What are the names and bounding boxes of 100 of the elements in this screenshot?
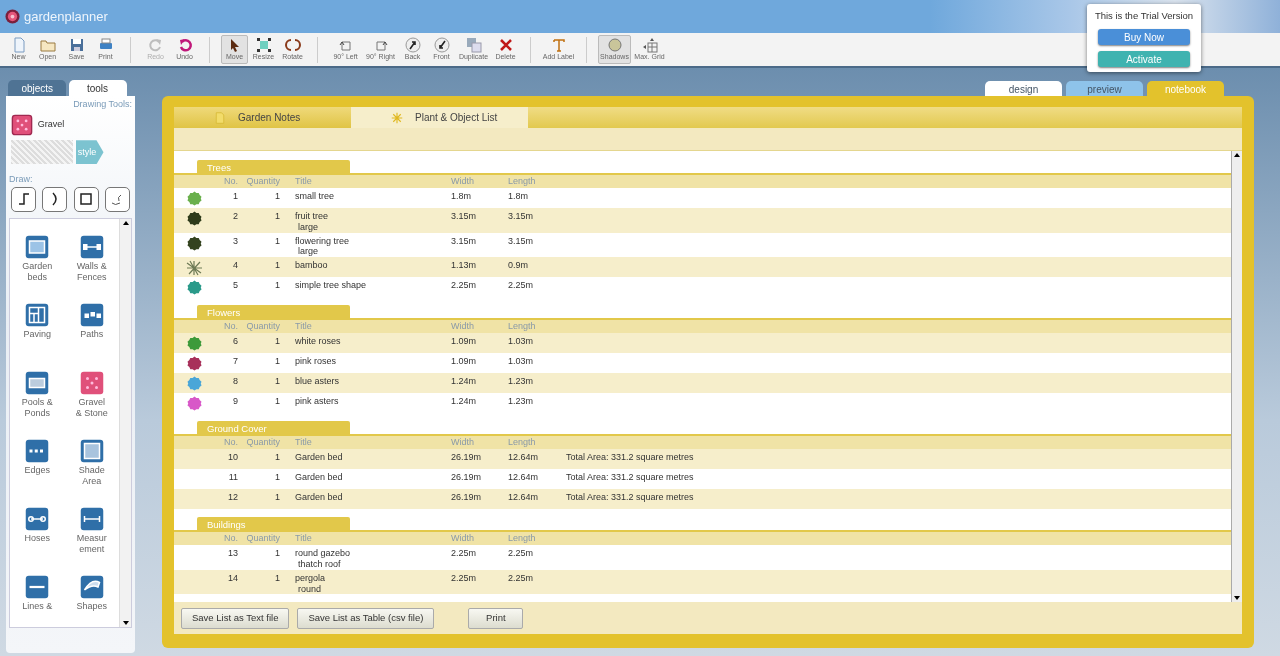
column-header: Title [295,176,312,186]
column-header: Quantity [246,176,280,186]
table-cell-text: bamboo [295,260,329,271]
table-cell-text: large [297,246,319,258]
column-header: Width [451,176,474,186]
scroll-down-icon[interactable] [121,618,130,627]
table-cell-text: 1.24m [451,376,477,389]
table-cell-text: 1.03m [508,336,534,349]
table-cell-text: 1 [274,452,280,465]
shadow-circle-icon [606,37,623,54]
section-title: Flowers [197,305,350,319]
notebook-page-tab[interactable]: Plant & Object List [351,107,528,128]
object-category-button[interactable]: Shapes [64,574,119,627]
table-cell-text: 5 [232,280,238,293]
table-cell-text: 7 [232,356,238,369]
table-cell-text: large [297,221,319,233]
save-list-button[interactable]: Save List as Table (csv file) [297,607,435,629]
square-icon [78,191,95,208]
object-category-button[interactable]: Edges [10,438,65,507]
panel-tab[interactable]: objects [8,80,67,96]
table-cell-text: 1 [274,376,280,389]
buy-now-button[interactable]: Buy Now [1098,29,1190,46]
grid-arrows-icon [641,37,658,54]
column-header: Title [295,533,312,544]
column-header: Length [508,176,536,186]
table-cell-text: fruit tree [295,211,329,222]
gravel-icon [11,113,34,136]
column-header: No. [224,321,238,332]
column-header: Length [508,533,536,544]
table-cell-text: 26.19m [451,492,483,505]
draw-tool-button[interactable] [73,186,99,212]
table-cell-text: 26.19m [451,472,483,485]
table-cell-text: 1.24m [451,396,477,409]
dashed-edge-icon [25,438,50,463]
table-cell-text: 1.09m [451,356,477,369]
raised-bed-icon [25,234,50,259]
column-header: Quantity [246,321,280,332]
table-cell-text: 2.25m [451,280,477,293]
draw-label: Draw: [9,173,34,187]
column-header: Title [295,437,312,448]
table-cell-text: 1 [274,472,280,485]
shade-area-icon [79,438,104,463]
object-category-button[interactable]: Paths [64,302,119,371]
column-header: Quantity [246,437,280,448]
scrollbar[interactable] [1231,151,1242,602]
text-t-icon [550,37,567,54]
duplicate-squares-icon [465,37,482,54]
draw-tool-button[interactable] [11,186,37,212]
curved-shape-icon [79,574,104,599]
object-category-button[interactable]: Measur ement [64,506,119,575]
draw-tool-button[interactable] [104,186,130,212]
table-cell-text: 1 [274,235,280,248]
folder-icon [39,37,56,54]
object-category-button[interactable]: Hoses [10,506,65,575]
table-cell-text: 12.64m [508,452,540,465]
table-cell-text: round gazebo [295,548,352,559]
flower-logo-icon [4,9,20,24]
panel-tab[interactable]: tools [68,80,127,96]
table-cell-text: Garden bed [295,472,344,483]
object-category-button[interactable]: Shade Area [64,438,119,507]
table-cell-text: 0.9m [508,260,529,273]
table-cell-text: 1 [274,336,280,349]
object-category-button[interactable]: Garden beds [10,234,65,303]
object-category-button[interactable]: Walls & Fences [64,234,119,303]
current-tool-label: Gravel [37,118,65,131]
column-header: No. [224,437,238,448]
draw-tool-button[interactable] [42,186,68,212]
view-tab[interactable]: design [985,81,1062,97]
save-list-button[interactable]: Save List as Text file [181,607,290,629]
table-cell-text: 1.8m [451,191,472,203]
table-cell-text: simple tree shape [295,280,368,291]
table-cell-text: 1 [274,548,280,561]
table-cell-text: 3.15m [508,211,534,223]
page-icon [214,111,226,124]
object-category-button[interactable]: Gravel & Stone [64,370,119,439]
sun-icon [391,111,403,124]
view-tab[interactable]: preview [1066,81,1143,97]
table-cell-text: 2.25m [508,572,534,585]
table-cell-text: 26.19m [451,452,483,465]
table-cell-text: round [297,583,323,595]
table-cell-text: 2.25m [508,548,534,561]
notebook-page-tab[interactable]: Garden Notes [174,107,351,128]
table-cell-text: 1 [274,492,280,505]
table-cell-text: 13 [227,548,238,561]
table-cell-text: 1 [274,356,280,369]
table-cell-text: 1 [274,191,280,203]
table-cell-text: Garden bed [295,492,344,503]
table-cell-text: white roses [295,336,342,347]
table-cell: Total Area: 331.2 square metres [566,492,694,503]
column-header: Length [508,321,536,332]
table-cell-text: 11 [227,472,238,485]
redo-arrow-icon [147,37,164,54]
object-category-button[interactable]: Lines & [10,574,65,627]
object-category-button[interactable]: Paving [10,302,65,371]
table-cell-text: 4 [232,260,238,273]
table-cell-text: 1 [274,211,280,223]
object-category-button[interactable]: Pools & Ponds [10,370,65,439]
table-cell-text: 1.13m [451,260,477,273]
table-cell-text: 2 [232,211,238,223]
print-button[interactable]: Print [468,607,524,629]
